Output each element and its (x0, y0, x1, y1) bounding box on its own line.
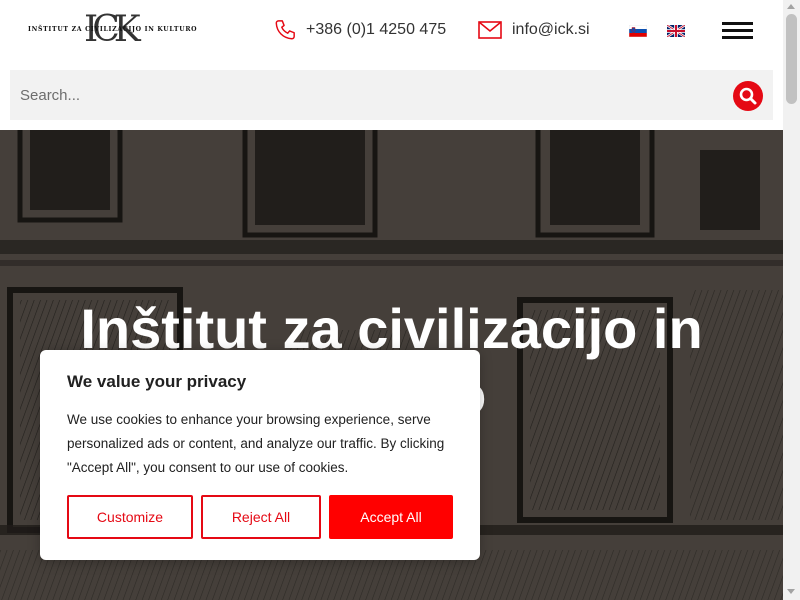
flag-uk-icon[interactable] (667, 25, 685, 37)
flag-si-icon[interactable] (629, 25, 647, 37)
logo[interactable]: ICK INŠTITUT ZA CIVILIZACIJO IN KULTURO (28, 8, 197, 52)
scroll-up-arrow-icon[interactable] (787, 4, 795, 9)
scroll-down-arrow-icon[interactable] (787, 589, 795, 594)
cookie-dialog-text: We use cookies to enhance your browsing … (67, 412, 445, 475)
phone-number: +386 (0)1 4250 475 (306, 21, 447, 38)
logo-text: INŠTITUT ZA CIVILIZACIJO IN KULTURO (28, 26, 198, 33)
search-icon (739, 87, 757, 105)
search-input[interactable] (10, 70, 720, 120)
accept-all-button[interactable]: Accept All (329, 495, 453, 539)
reject-all-button[interactable]: Reject All (201, 495, 321, 539)
hamburger-menu-icon[interactable] (722, 21, 754, 39)
mail-icon (478, 21, 502, 39)
search-bar (10, 70, 773, 120)
phone-link[interactable]: +386 (0)1 4250 475 (274, 17, 446, 43)
cookie-dialog-title: We value your privacy (67, 372, 247, 391)
phone-icon (275, 20, 295, 40)
site-header: ICK INŠTITUT ZA CIVILIZACIJO IN KULTURO … (0, 0, 783, 60)
scrollbar[interactable] (783, 0, 800, 600)
scrollbar-thumb[interactable] (786, 14, 797, 104)
email-address: info@ick.si (512, 21, 590, 38)
email-link[interactable]: info@ick.si (478, 17, 590, 43)
cookie-consent-dialog: We value your privacy We use cookies to … (40, 350, 480, 560)
search-button[interactable] (733, 81, 763, 111)
customize-button[interactable]: Customize (67, 495, 193, 539)
